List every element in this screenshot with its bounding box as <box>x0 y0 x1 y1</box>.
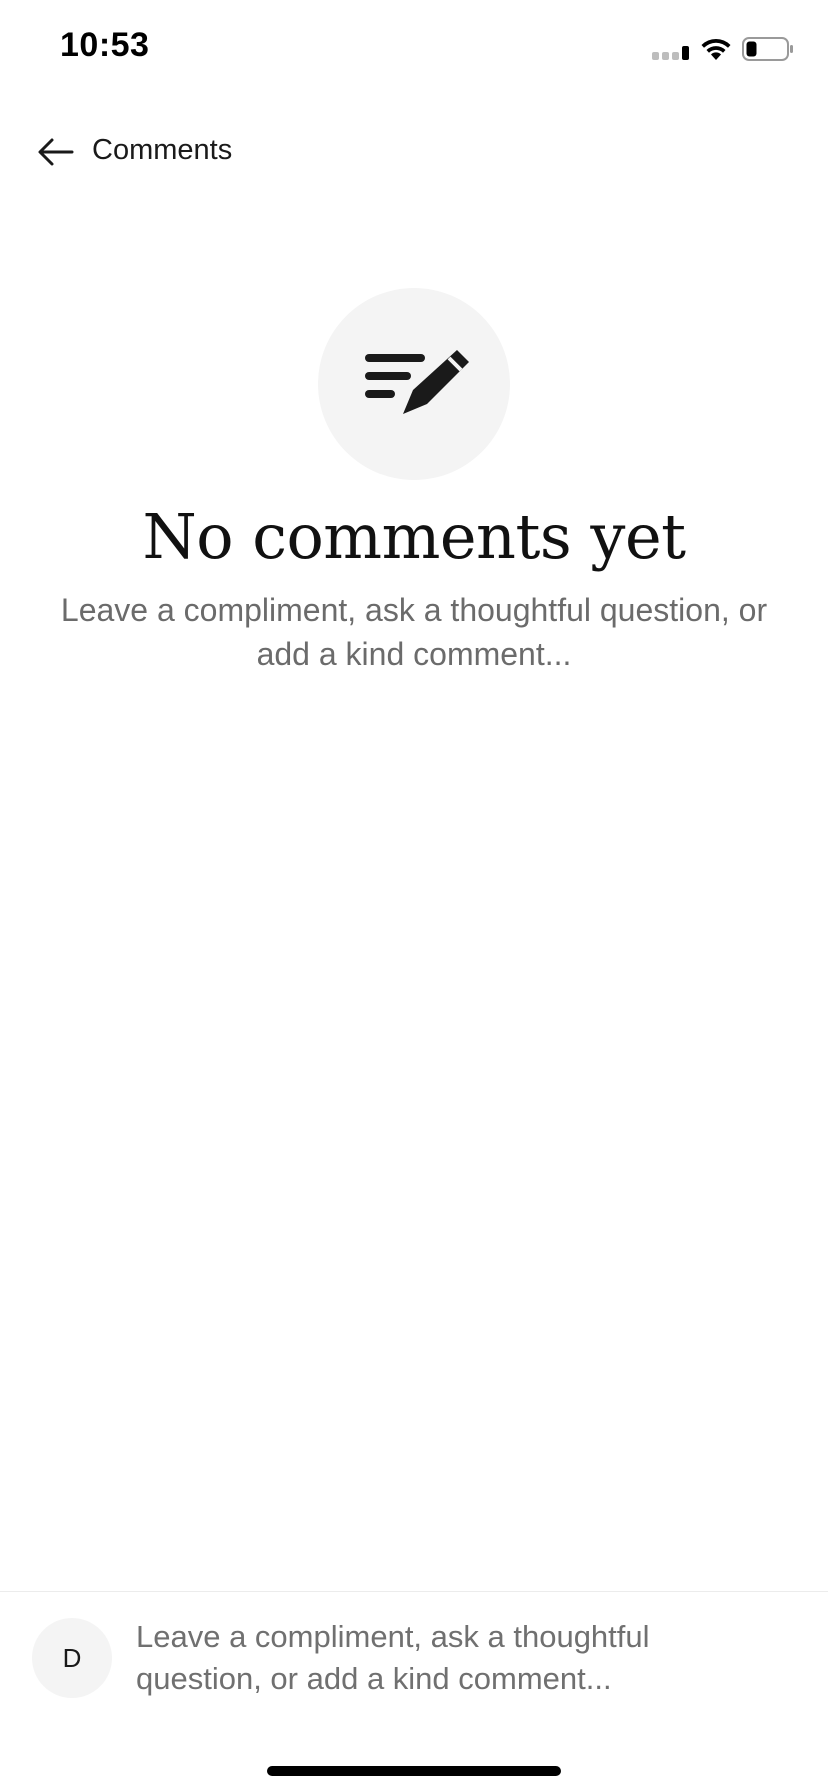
arrow-left-icon <box>38 138 74 166</box>
home-indicator[interactable] <box>267 1766 561 1776</box>
status-time: 10:53 <box>60 26 150 64</box>
signal-icon <box>652 46 689 60</box>
wifi-icon <box>701 38 731 60</box>
back-button[interactable] <box>34 130 78 174</box>
avatar[interactable]: D <box>32 1618 112 1698</box>
empty-state-subtitle: Leave a compliment, ask a thoughtful que… <box>60 592 768 672</box>
empty-state-icon-container <box>318 288 510 480</box>
header: Comments <box>0 118 828 184</box>
composer-divider <box>0 1591 828 1592</box>
status-bar: 10:53 <box>0 0 828 100</box>
page-title: Comments <box>92 134 233 166</box>
battery-icon <box>742 37 793 61</box>
comment-input[interactable] <box>136 1616 776 1706</box>
empty-state-title: No comments yet <box>142 500 686 573</box>
compose-pencil-icon <box>365 350 469 414</box>
